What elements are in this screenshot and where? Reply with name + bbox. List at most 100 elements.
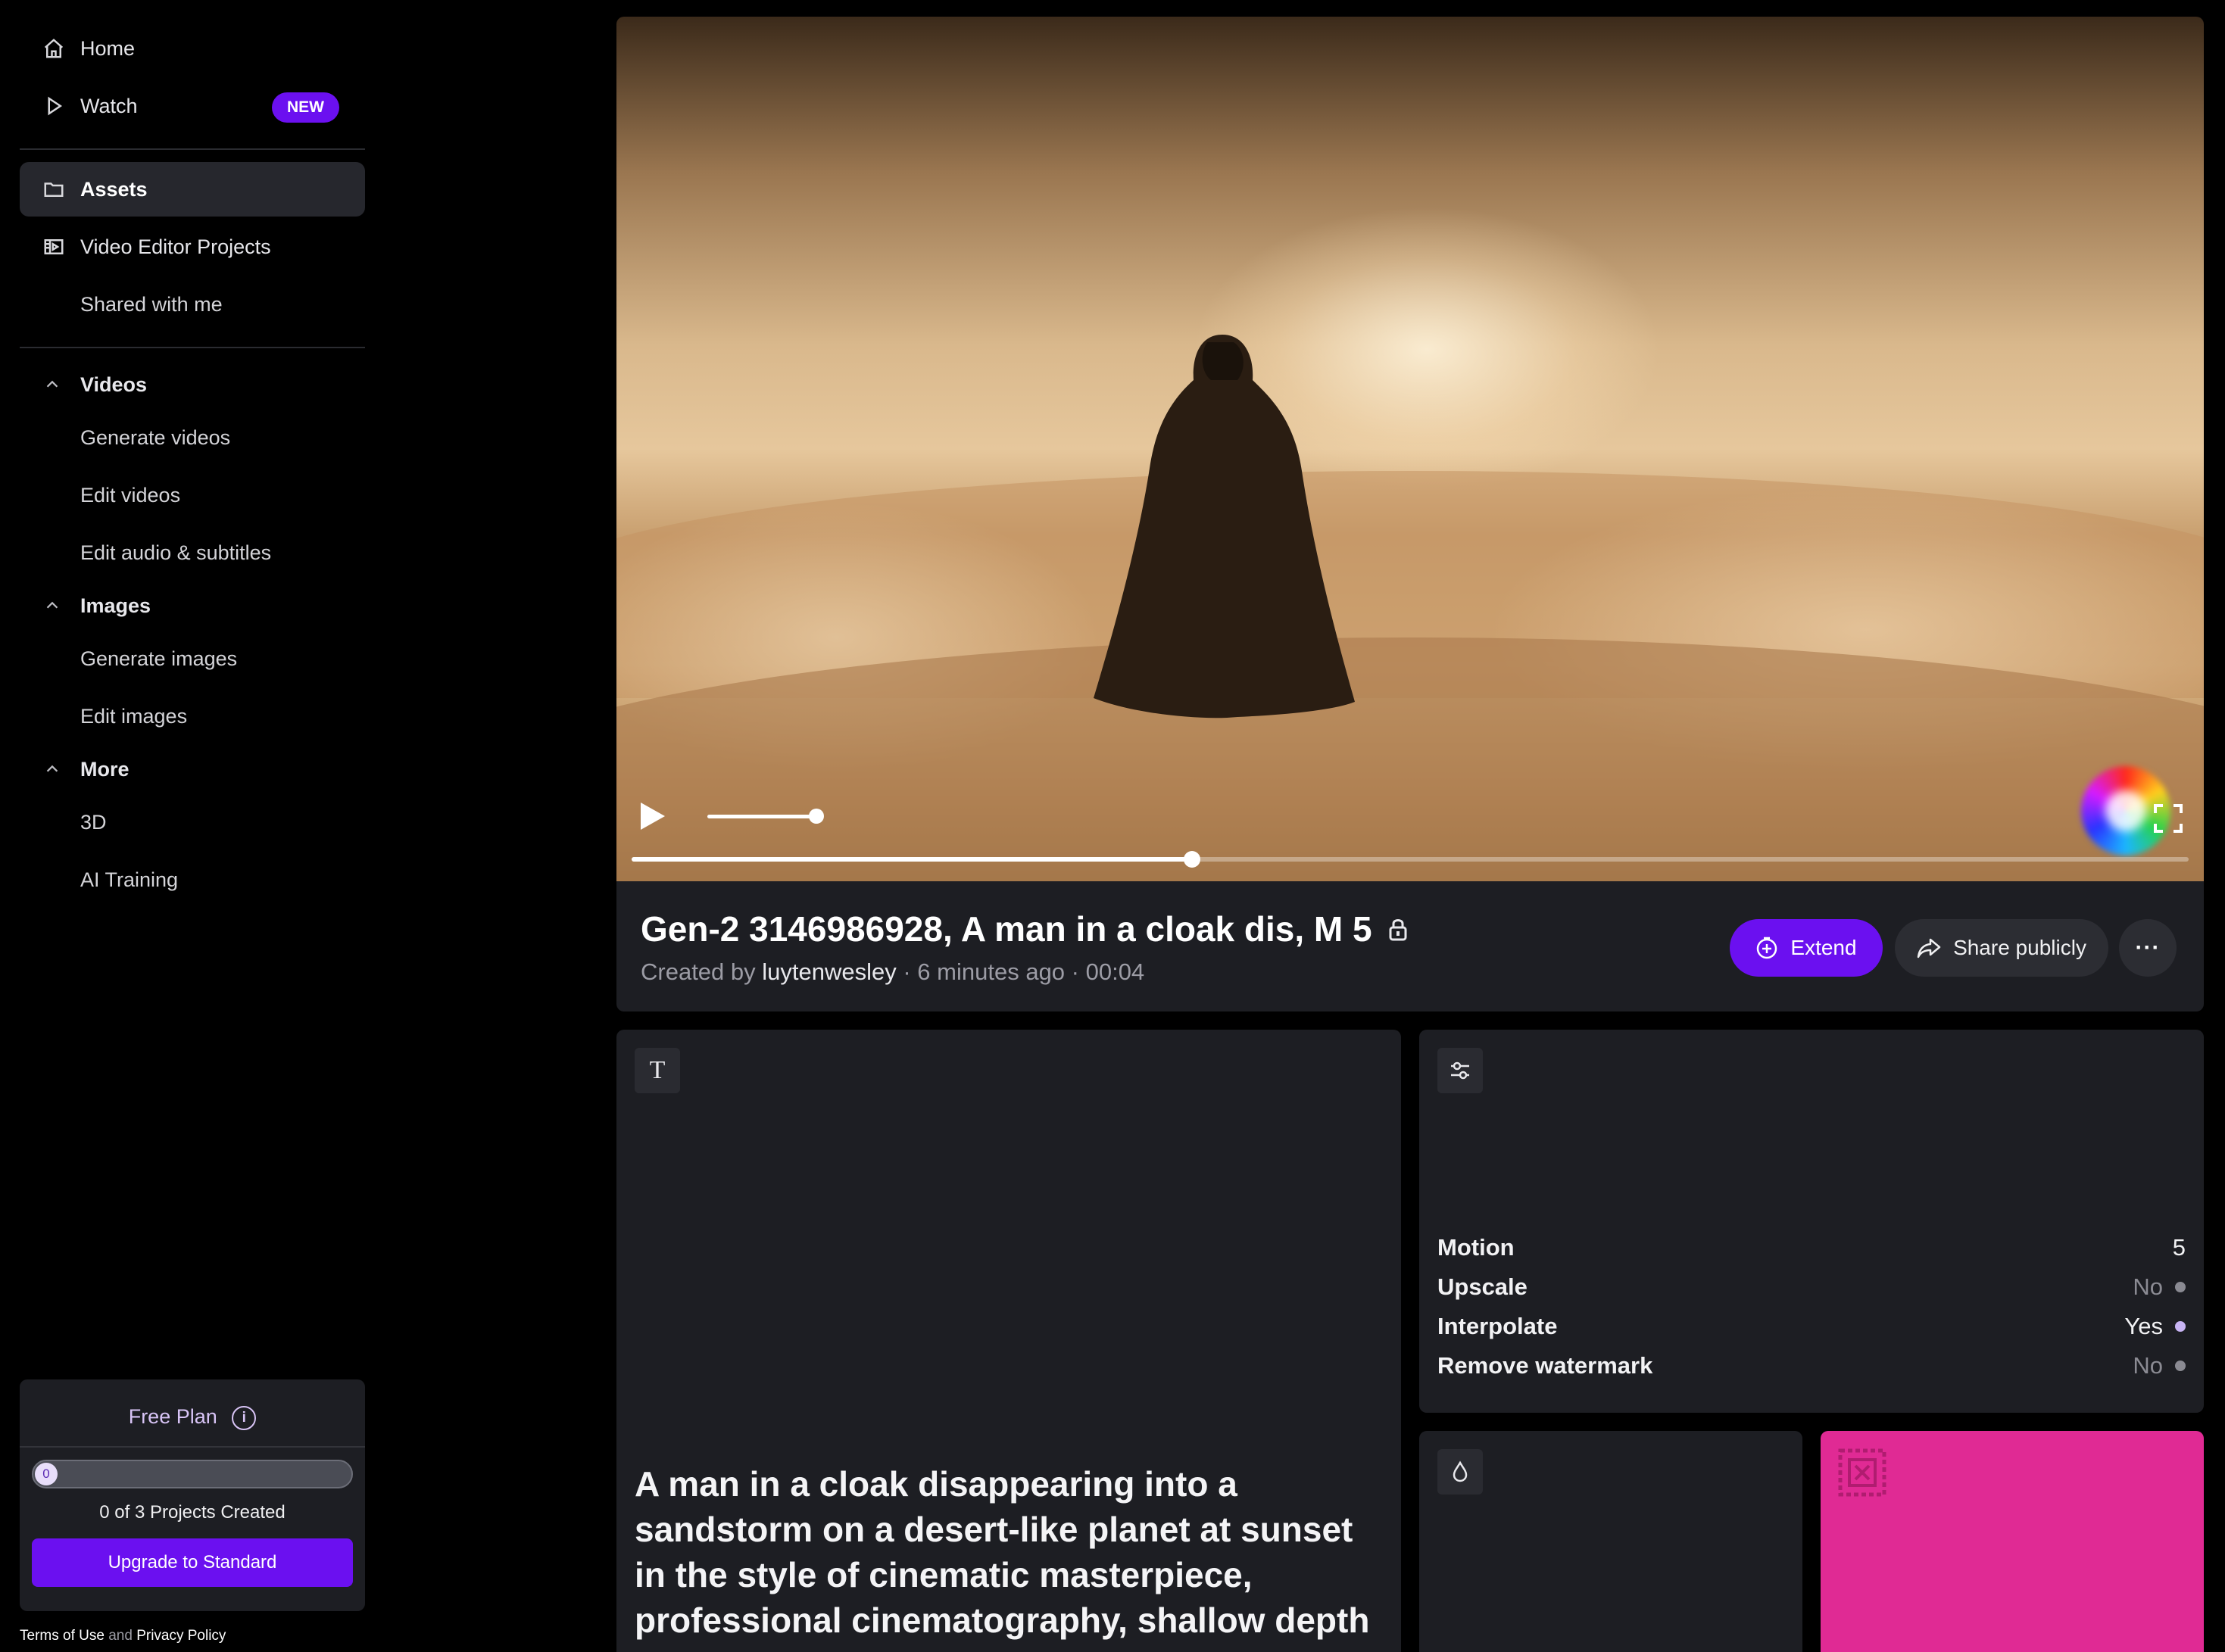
sidebar-item-label: Generate images [80,647,238,670]
share-icon [1917,938,1941,958]
setting-label: Remove watermark [1437,1352,1653,1379]
volume-slider[interactable] [707,815,821,818]
section-label: More [80,757,130,781]
sidebar-item-label: Generate videos [80,425,231,449]
setting-label: Motion [1437,1234,1515,1261]
meta-suffix: · 6 minutes ago · 00:04 [903,958,1145,985]
lock-icon [1389,919,1407,941]
asset-title-text: Gen-2 3146986928, A man in a cloak dis, … [641,909,1372,949]
sidebar-section-more[interactable]: More [20,742,365,796]
asset-title: Gen-2 3146986928, A man in a cloak dis, … [641,909,1409,949]
sidebar-section-images[interactable]: Images [20,578,365,633]
projects-progress-bar: 0 [32,1460,353,1488]
status-dot [2175,1282,2186,1292]
sidebar-item-home[interactable]: Home [20,21,365,76]
playback-progress-handle[interactable] [1184,851,1201,868]
sidebar-divider [20,148,365,150]
sidebar: Home Watch NEW Assets Video Editor Proje… [0,0,385,1652]
chevron-up-icon [42,759,62,779]
sidebar-item-label: Home [80,36,136,60]
sidebar-item-edit-images[interactable]: Edit images [20,689,365,743]
sidebar-item-label: Shared with me [80,292,223,316]
extend-label: Extend [1790,936,1857,959]
setting-row-upscale: Upscale No [1437,1267,2186,1307]
seed-icon [1838,1448,1886,1497]
text-icon: T [635,1048,680,1093]
fullscreen-icon[interactable] [2154,804,2183,833]
plan-divider [20,1446,365,1448]
setting-row-motion: Motion 5 [1437,1228,2186,1267]
upgrade-button[interactable]: Upgrade to Standard [32,1538,353,1587]
video-player[interactable] [616,17,2204,881]
share-label: Share publicly [1953,936,2086,959]
settings-panel: Motion 5 Upscale No Interpolate Yes Remo… [1419,1030,2204,1413]
sidebar-item-video-editor-projects[interactable]: Video Editor Projects [20,220,365,274]
section-label: Videos [80,372,148,396]
status-dot [2175,1321,2186,1332]
projects-progress-value: 0 [35,1463,58,1485]
video-editor-icon [42,235,65,258]
sidebar-item-label: 3D [80,810,107,834]
extend-button[interactable]: Extend [1730,919,1883,977]
more-options-button[interactable]: ··· [2119,919,2177,977]
sidebar-item-assets[interactable]: Assets [20,162,365,217]
setting-value: No [2133,1352,2163,1379]
sidebar-item-label: Video Editor Projects [80,235,271,258]
style-panel [1419,1431,1802,1652]
privacy-link[interactable]: Privacy Policy [136,1628,226,1644]
sidebar-item-generate-videos[interactable]: Generate videos [20,410,365,465]
droplet-icon [1437,1449,1483,1495]
sidebar-item-generate-images[interactable]: Generate images [20,631,365,686]
sidebar-item-label: Assets [80,177,148,201]
setting-label: Upscale [1437,1273,1528,1300]
play-icon [42,95,65,117]
play-icon[interactable] [639,801,666,831]
chevron-up-icon [42,375,62,394]
prompt-text: A man in a cloak disappearing into a san… [635,1464,1370,1640]
terms-link[interactable]: Terms of Use [20,1628,105,1644]
video-frame-dune [616,637,2204,881]
color-wheel-highlight [2105,790,2146,831]
volume-slider-handle[interactable] [809,809,824,824]
sidebar-item-edit-audio-subtitles[interactable]: Edit audio & subtitles [20,525,365,580]
status-dot [2175,1361,2186,1371]
legal-links: Terms of Use and Privacy Policy [20,1628,226,1644]
sidebar-section-videos[interactable]: Videos [20,357,365,412]
folder-icon [42,178,65,201]
sidebar-item-edit-videos[interactable]: Edit videos [20,468,365,522]
home-icon [42,37,65,60]
setting-value: No [2133,1273,2163,1300]
extend-icon [1757,937,1777,959]
setting-row-remove-watermark: Remove watermark No [1437,1346,2186,1385]
projects-count: 0 of 3 Projects Created [99,1502,286,1523]
legal-and: and [108,1628,133,1644]
sidebar-item-label: Edit audio & subtitles [80,541,272,564]
plan-title-text: Free Plan [128,1405,217,1428]
setting-label: Interpolate [1437,1313,1558,1339]
chevron-up-icon [42,596,62,616]
sidebar-item-watch[interactable]: Watch NEW [20,79,365,133]
setting-value: 5 [2172,1234,2186,1261]
sidebar-item-shared-with-me[interactable]: Shared with me [20,277,365,332]
new-badge: NEW [272,92,339,123]
meta-prefix: Created by [641,958,756,985]
share-publicly-button[interactable]: Share publicly [1895,919,2108,977]
seed-panel [1821,1431,2204,1652]
sidebar-item-label: Edit videos [80,483,181,507]
sidebar-item-label: Watch [80,94,138,117]
sidebar-item-label: Edit images [80,704,188,728]
sidebar-divider [20,347,365,348]
playback-progress-fill [632,857,1193,862]
prompt-panel: T A man in a cloak disappearing into a s… [616,1030,1401,1652]
sidebar-item-3d[interactable]: 3D [20,795,365,849]
creator-link[interactable]: luytenwesley [762,958,896,985]
setting-value: Yes [2124,1313,2163,1339]
section-label: Images [80,594,151,617]
asset-meta: Created by luytenwesley · 6 minutes ago … [641,958,1144,986]
sidebar-item-ai-training[interactable]: AI Training [20,852,365,907]
asset-info-bar: Gen-2 3146986928, A man in a cloak dis, … [616,881,2204,1011]
cloaked-figure [1094,335,1355,718]
plan-title: Free Plan i [20,1405,365,1430]
sliders-icon [1437,1048,1483,1093]
info-icon[interactable]: i [232,1405,257,1430]
